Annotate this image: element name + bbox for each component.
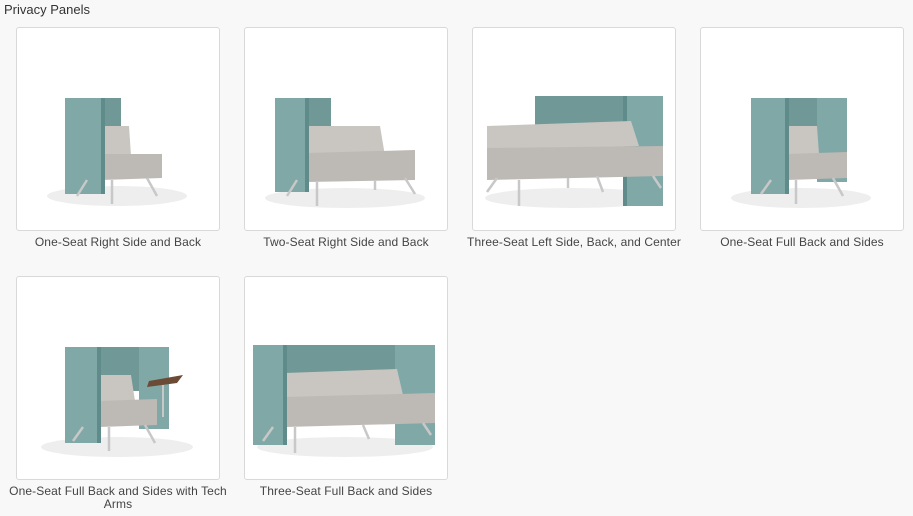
- product-label[interactable]: Three-Seat Full Back and Sides: [236, 485, 456, 498]
- sofa-three-seat-left-back-center-image: [485, 96, 663, 208]
- page-title: Privacy Panels: [4, 2, 90, 17]
- sofa-one-seat-full-back-sides-image: [731, 98, 871, 208]
- product-image[interactable]: [244, 276, 448, 480]
- product-label[interactable]: One-Seat Right Side and Back: [8, 236, 228, 249]
- product-label[interactable]: Three-Seat Left Side, Back, and Center: [464, 236, 684, 249]
- sofa-three-seat-full-back-sides-image: [253, 345, 435, 457]
- product-label[interactable]: Two-Seat Right Side and Back: [236, 236, 456, 249]
- sofa-one-seat-tech-arms-image: [41, 347, 193, 457]
- product-image[interactable]: [16, 276, 220, 480]
- product-label[interactable]: One-Seat Full Back and Sides: [692, 236, 912, 249]
- product-image[interactable]: [472, 27, 676, 231]
- product-grid: Privacy Panels One-Seat Right Side and B…: [0, 0, 913, 516]
- sofa-two-seat-right-back-image: [265, 98, 425, 208]
- product-image[interactable]: [244, 27, 448, 231]
- sofa-one-seat-right-back-image: [47, 98, 187, 206]
- product-image[interactable]: [16, 27, 220, 231]
- product-image[interactable]: [700, 27, 904, 231]
- product-label[interactable]: One-Seat Full Back and Sides with Tech A…: [8, 485, 228, 511]
